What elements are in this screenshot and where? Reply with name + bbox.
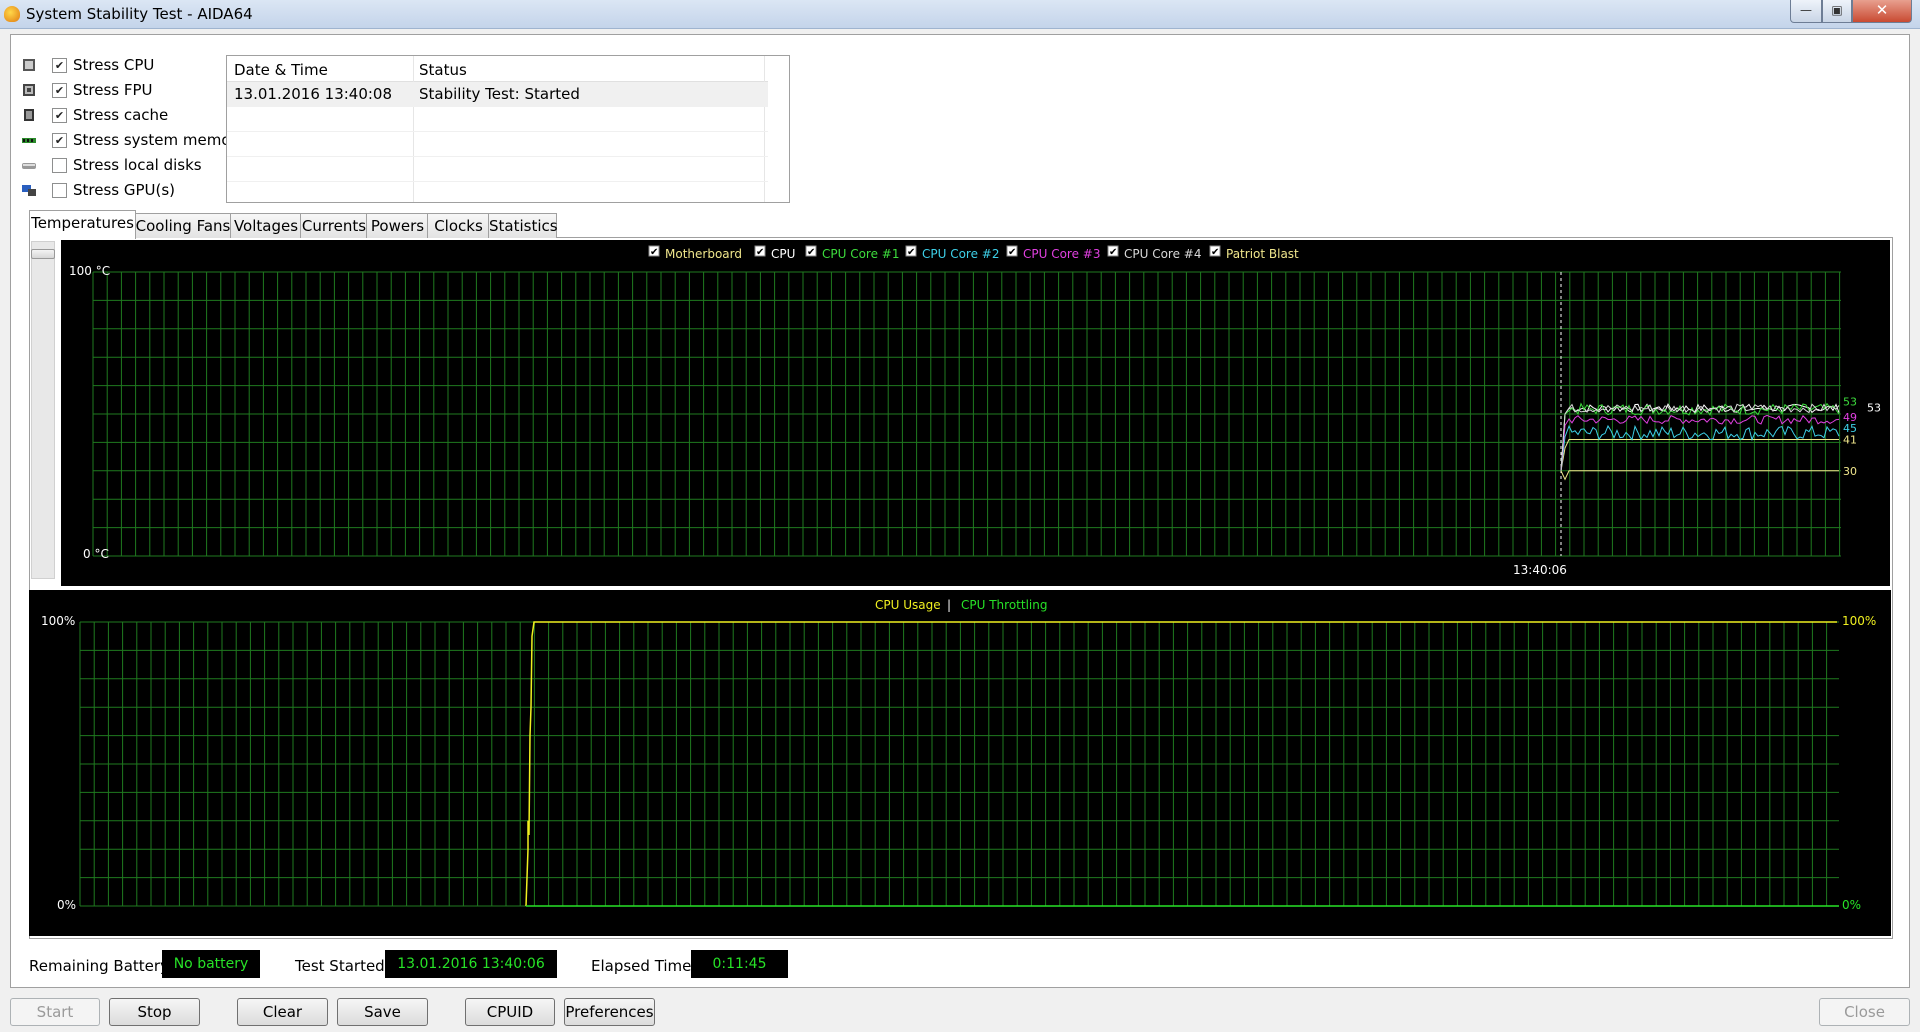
tab-temperatures[interactable]: Temperatures bbox=[29, 210, 136, 239]
tab-voltages[interactable]: Voltages bbox=[230, 213, 302, 238]
tab-statistics[interactable]: Statistics bbox=[488, 213, 558, 238]
maximize-button[interactable]: ▣ bbox=[1822, 0, 1852, 23]
usage-left-top-label: 100% bbox=[41, 614, 75, 628]
temperature-chart: ✔ Motherboard ✔ CPU ✔ CPU Core #1 ✔ CPU Core #2… bbox=[61, 240, 1890, 586]
stress-fpu-checkbox[interactable]: ✔ bbox=[52, 83, 67, 98]
title-bar[interactable] bbox=[0, 0, 1920, 29]
table-row bbox=[227, 107, 768, 132]
stress-memory-label: Stress system memory bbox=[73, 131, 246, 149]
stress-disks-checkbox[interactable] bbox=[52, 158, 67, 173]
elapsed-time-value: 0:11:45 bbox=[691, 950, 788, 978]
tab-currents[interactable]: Currents bbox=[300, 213, 368, 238]
cpu-usage-grid bbox=[79, 621, 1839, 907]
cpu-usage-chart-svg: CPU Usage | CPU Throttling 100% 0% 100% … bbox=[41, 598, 1876, 912]
legend-check-mark: ✔ bbox=[807, 247, 815, 258]
start-button[interactable]: Start bbox=[10, 998, 100, 1026]
log-datetime: 13.01.2016 13:40:08 bbox=[234, 85, 393, 103]
test-started-value: 13.01.2016 13:40:06 bbox=[385, 950, 557, 978]
cpu-throttling-legend: CPU Throttling bbox=[961, 598, 1047, 612]
stop-button[interactable]: Stop bbox=[109, 998, 200, 1026]
preferences-button[interactable]: Preferences bbox=[564, 998, 655, 1026]
legend-entry: CPU bbox=[771, 247, 795, 261]
temperature-grid bbox=[92, 271, 1841, 557]
stress-cache-label: Stress cache bbox=[73, 106, 169, 124]
legend-entry: CPU Core #2 bbox=[922, 247, 1000, 261]
stress-memory-checkbox[interactable]: ✔ bbox=[52, 133, 67, 148]
table-row[interactable]: 13.01.2016 13:40:08 Stability Test: Star… bbox=[227, 82, 768, 107]
table-row bbox=[227, 157, 768, 182]
log-header: Date & Time Status bbox=[227, 56, 768, 82]
temperature-chart-svg: ✔ Motherboard ✔ CPU ✔ CPU Core #1 ✔ CPU Core #2… bbox=[69, 245, 1881, 577]
legend-check-mark: ✔ bbox=[1008, 247, 1016, 258]
stress-cpu-checkbox[interactable]: ✔ bbox=[52, 58, 67, 73]
chart-scrollbar[interactable] bbox=[31, 241, 55, 579]
chart-scrollbar-thumb[interactable] bbox=[31, 249, 55, 259]
legend-entry: CPU Core #3 bbox=[1023, 247, 1101, 261]
status-log-table[interactable]: Date & Time Status 13.01.2016 13:40:08 S… bbox=[226, 55, 790, 203]
window-title: System Stability Test - AIDA64 bbox=[26, 5, 253, 23]
series-end-label: 30 bbox=[1843, 465, 1857, 478]
legend-separator: | bbox=[947, 598, 951, 612]
fpu-icon bbox=[23, 84, 35, 96]
battery-label: Remaining Battery: bbox=[29, 957, 173, 975]
legend-check-mark: ✔ bbox=[907, 247, 915, 258]
stress-disks-label: Stress local disks bbox=[73, 156, 202, 174]
log-header-status[interactable]: Status bbox=[419, 61, 467, 79]
cpu-usage-legend: CPU Usage bbox=[875, 598, 941, 612]
stress-gpu-label: Stress GPU(s) bbox=[73, 181, 176, 199]
legend-entry: CPU Core #1 bbox=[822, 247, 900, 261]
legend-entry: Motherboard bbox=[665, 247, 742, 261]
disk-icon bbox=[22, 163, 36, 169]
aida64-app-icon bbox=[4, 6, 20, 22]
series-end-label: 53 bbox=[1867, 401, 1881, 414]
temperature-end-labels: 53 5349454130 bbox=[1843, 395, 1881, 477]
legend-check-mark: ✔ bbox=[1211, 247, 1219, 258]
temp-y-min-label: 0 °C bbox=[83, 547, 109, 561]
legend-check-mark: ✔ bbox=[1109, 247, 1117, 258]
window-close-button[interactable]: ✕ bbox=[1852, 0, 1912, 23]
clear-button[interactable]: Clear bbox=[237, 998, 328, 1026]
battery-value: No battery bbox=[162, 950, 260, 978]
temperature-legend: ✔ Motherboard ✔ CPU ✔ CPU Core #1 ✔ CPU Core #2… bbox=[648, 245, 1299, 261]
table-row bbox=[227, 132, 768, 157]
legend-check-mark: ✔ bbox=[756, 247, 764, 258]
legend-entry: Patriot Blast bbox=[1226, 247, 1299, 261]
tab-powers[interactable]: Powers bbox=[366, 213, 429, 238]
cache-icon bbox=[24, 109, 34, 121]
elapsed-time-label: Elapsed Time: bbox=[591, 957, 697, 975]
test-started-label: Test Started: bbox=[295, 957, 390, 975]
legend-entry: CPU Core #4 bbox=[1124, 247, 1202, 261]
temp-time-label: 13:40:06 bbox=[1513, 563, 1567, 577]
stress-cpu-label: Stress CPU bbox=[73, 56, 155, 74]
usage-right-top-label: 100% bbox=[1842, 614, 1876, 628]
stress-gpu-checkbox[interactable] bbox=[52, 183, 67, 198]
tab-cooling-fans[interactable]: Cooling Fans bbox=[134, 213, 232, 238]
close-button[interactable]: Close bbox=[1819, 998, 1910, 1026]
series-end-label: 53 bbox=[1843, 395, 1857, 408]
stress-cache-checkbox[interactable]: ✔ bbox=[52, 108, 67, 123]
log-status: Stability Test: Started bbox=[419, 85, 580, 103]
legend-check-mark: ✔ bbox=[650, 247, 658, 258]
cpu-icon bbox=[23, 59, 35, 71]
series-end-label: 41 bbox=[1843, 434, 1857, 447]
cpu-usage-chart: CPU Usage | CPU Throttling 100% 0% 100% … bbox=[29, 590, 1891, 936]
log-header-datetime[interactable]: Date & Time bbox=[234, 61, 328, 79]
memory-icon bbox=[22, 138, 36, 143]
usage-right-bottom-label: 0% bbox=[1842, 898, 1861, 912]
tab-clocks[interactable]: Clocks bbox=[427, 213, 490, 238]
gpu-icon bbox=[22, 185, 36, 196]
stress-fpu-label: Stress FPU bbox=[73, 81, 153, 99]
minimize-button[interactable]: — bbox=[1790, 0, 1822, 23]
cpuid-button[interactable]: CPUID bbox=[465, 998, 555, 1026]
temp-y-max-label: 100 °C bbox=[69, 264, 110, 278]
usage-left-bottom-label: 0% bbox=[57, 898, 76, 912]
save-button[interactable]: Save bbox=[337, 998, 428, 1026]
